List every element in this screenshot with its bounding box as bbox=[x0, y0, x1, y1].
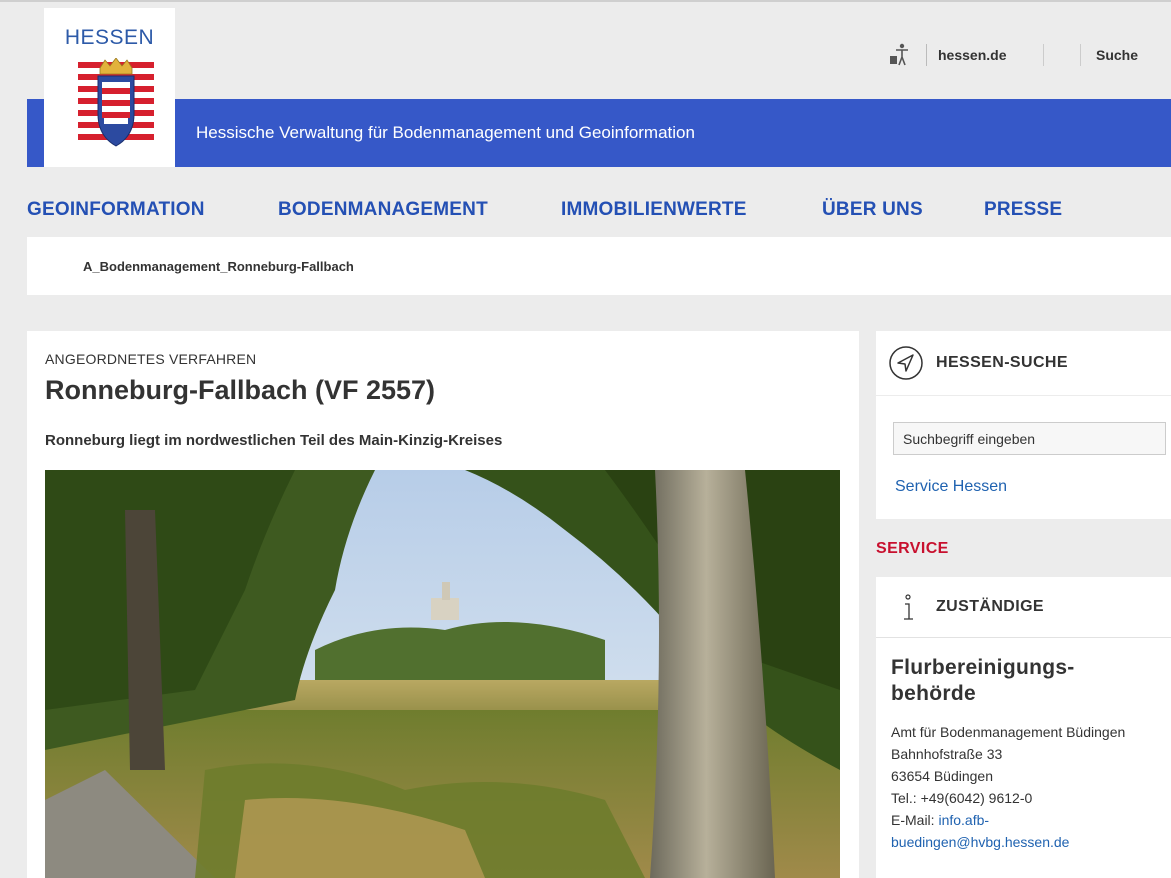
email-link-continued[interactable]: buedingen@hvbg.hessen.de bbox=[891, 834, 1069, 850]
page-title: Ronneburg-Fallbach (VF 2557) bbox=[45, 375, 436, 405]
contact-card: Flurbereinigungs- behörde Amt für Bodenm… bbox=[876, 638, 1171, 878]
landscape-photo bbox=[45, 470, 840, 878]
breadcrumb: A_Bodenmanagement_Ronneburg-Fallbach bbox=[27, 237, 1171, 295]
search-link[interactable]: Suche bbox=[1096, 43, 1138, 67]
office-title: Flurbereinigungs- behörde bbox=[891, 655, 1161, 707]
office-phone: Tel.: +49(6042) 9612-0 bbox=[891, 790, 1033, 806]
hessen-logo[interactable]: HESSEN bbox=[44, 8, 175, 167]
email-label: E-Mail: bbox=[891, 812, 939, 828]
office-email-row: E-Mail: info.afb- bbox=[891, 809, 1125, 831]
office-city: 63654 Büdingen bbox=[891, 768, 993, 784]
logo-text: HESSEN bbox=[64, 26, 155, 49]
contact-title: ZUSTÄNDIGE bbox=[936, 598, 1044, 615]
search-input[interactable] bbox=[893, 422, 1166, 455]
utility-divider bbox=[926, 44, 927, 66]
hessen-search-body: Service Hessen bbox=[876, 396, 1171, 519]
send-icon bbox=[889, 346, 923, 380]
top-border bbox=[0, 0, 1171, 8]
office-street: Bahnhofstraße 33 bbox=[891, 746, 1003, 762]
accessibility-link[interactable] bbox=[888, 43, 912, 67]
accessibility-icon bbox=[890, 43, 908, 66]
nav-item-presse[interactable]: PRESSE bbox=[984, 199, 1062, 221]
hessen-de-link[interactable]: hessen.de bbox=[938, 43, 1006, 67]
article-teaser: Ronneburg liegt im nordwestlichen Teil d… bbox=[45, 432, 503, 449]
service-hessen-link[interactable]: Service Hessen bbox=[895, 478, 1007, 496]
utility-divider bbox=[1043, 44, 1044, 66]
coat-of-arms-icon bbox=[78, 58, 154, 147]
service-label: SERVICE bbox=[876, 540, 949, 557]
office-email-row: buedingen@hvbg.hessen.de bbox=[891, 831, 1125, 853]
agency-name[interactable]: Hessische Verwaltung für Bodenmanagement… bbox=[196, 123, 695, 143]
office-address: Amt für Bodenmanagement Büdingen Bahnhof… bbox=[891, 721, 1125, 853]
hessen-search-header: HESSEN-SUCHE bbox=[876, 331, 1171, 395]
utility-divider bbox=[1080, 44, 1081, 66]
office-title-line: Flurbereinigungs- bbox=[891, 656, 1075, 679]
nav-item-geoinformation[interactable]: GEOINFORMATION bbox=[27, 199, 205, 221]
breadcrumb-current: A_Bodenmanagement_Ronneburg-Fallbach bbox=[83, 259, 354, 274]
nav-item-immobilienwerte[interactable]: IMMOBILIENWERTE bbox=[561, 199, 747, 221]
email-link[interactable]: info.afb- bbox=[938, 812, 989, 828]
info-icon bbox=[904, 594, 913, 620]
hessen-search-title: HESSEN-SUCHE bbox=[936, 354, 1068, 371]
article-kicker: ANGEORDNETES VERFAHREN bbox=[45, 351, 257, 367]
nav-item-ueber-uns[interactable]: ÜBER UNS bbox=[822, 199, 923, 221]
office-title-line: behörde bbox=[891, 682, 976, 705]
nav-item-bodenmanagement[interactable]: BODENMANAGEMENT bbox=[278, 199, 488, 221]
office-name: Amt für Bodenmanagement Büdingen bbox=[891, 724, 1126, 740]
contact-header: ZUSTÄNDIGE bbox=[876, 577, 1171, 638]
article: ANGEORDNETES VERFAHREN Ronneburg-Fallbac… bbox=[27, 331, 859, 878]
